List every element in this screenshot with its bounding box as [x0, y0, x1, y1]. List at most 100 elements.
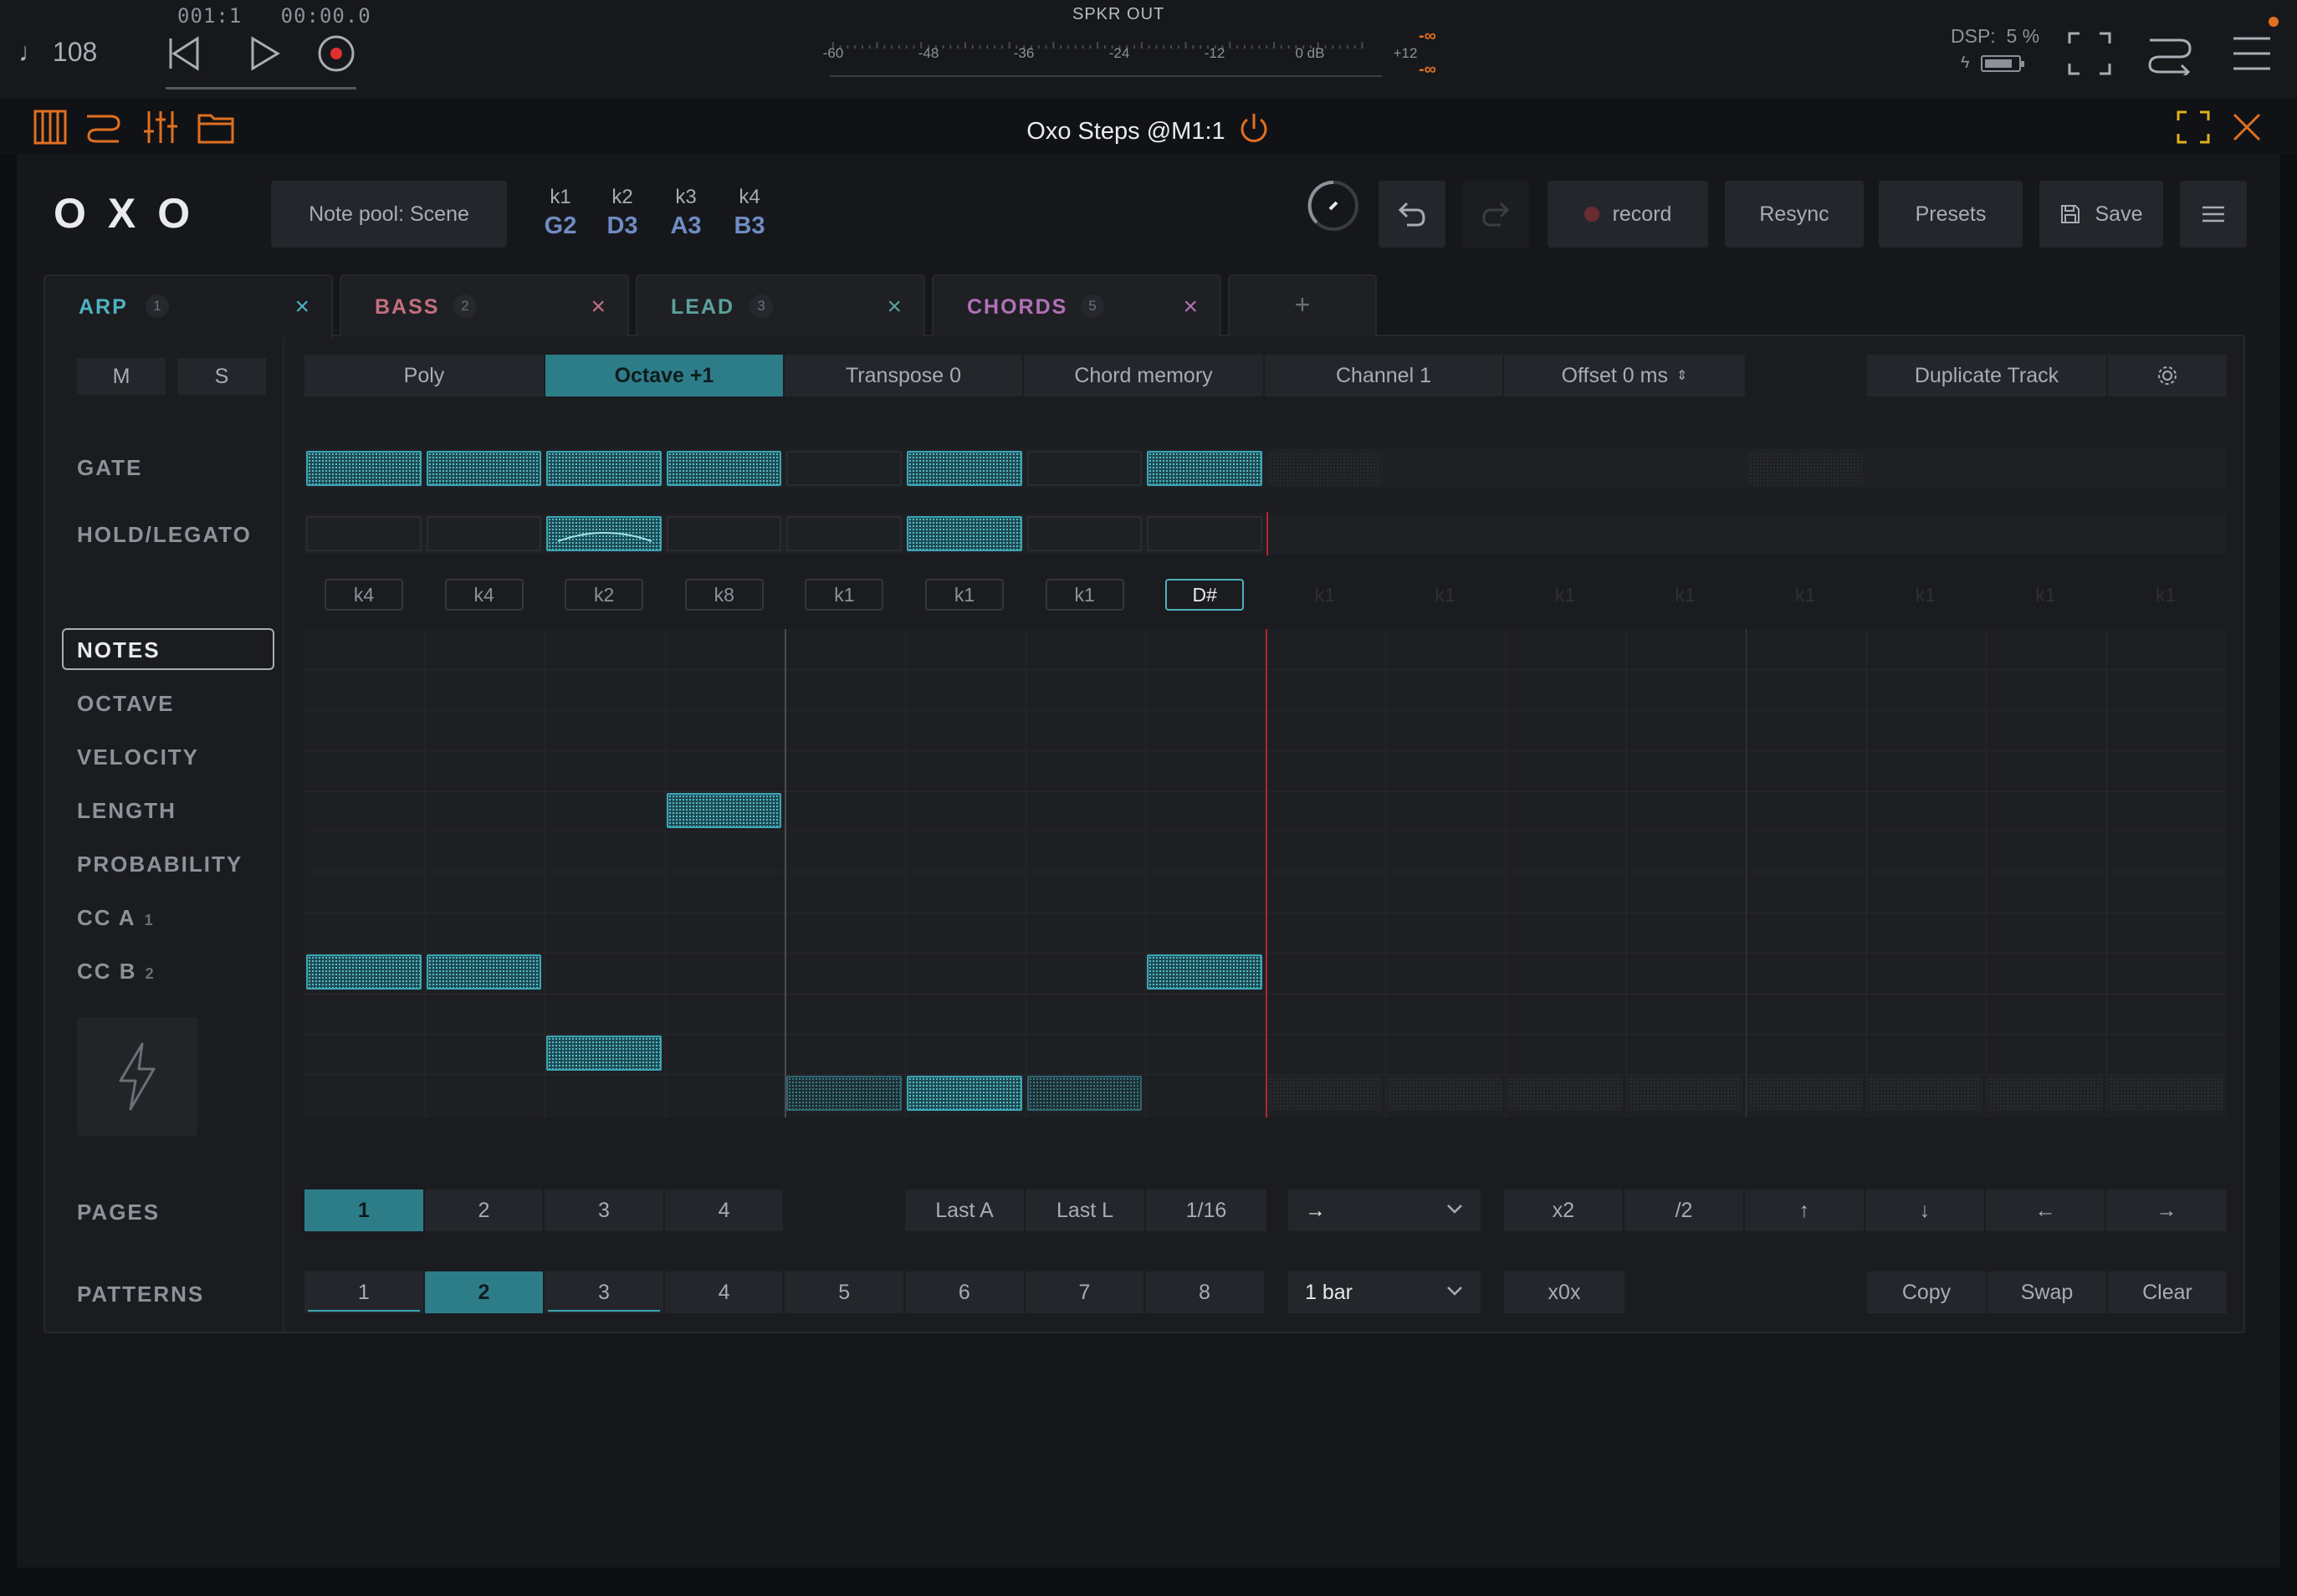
page-button-1[interactable]: 1: [304, 1189, 425, 1231]
rewind-button[interactable]: [161, 30, 207, 77]
undo-button[interactable]: [1379, 181, 1445, 248]
step-note-chip[interactable]: k1: [1045, 579, 1124, 611]
cc-a-lane-label[interactable]: CC A 1: [77, 905, 153, 931]
knob-note-4[interactable]: B3: [724, 212, 775, 240]
octave-lane-label[interactable]: OCTAVE: [77, 691, 174, 717]
gate-step[interactable]: [546, 451, 662, 486]
redo-button[interactable]: [1462, 181, 1529, 248]
page-button-2[interactable]: 2: [424, 1189, 545, 1231]
shift-down-button[interactable]: ↓: [1865, 1189, 1986, 1231]
gate-step[interactable]: [1747, 451, 1863, 486]
tempo-display[interactable]: ♩ 108: [18, 37, 97, 68]
tab-bass[interactable]: BASS 2 ×: [340, 274, 629, 336]
hold-step[interactable]: [907, 516, 1022, 551]
note-step[interactable]: [1266, 1076, 1383, 1112]
poly-option[interactable]: Poly: [304, 355, 545, 396]
track-settings-button[interactable]: [2108, 355, 2227, 396]
note-step[interactable]: [1026, 1076, 1143, 1112]
routing-button[interactable]: [2146, 30, 2193, 77]
panel-menu-button[interactable]: [2180, 181, 2247, 248]
gate-step[interactable]: [306, 451, 422, 486]
offset-option[interactable]: Offset 0 ms ⇕: [1504, 355, 1747, 396]
knob-note-3[interactable]: A3: [661, 212, 711, 240]
hold-step[interactable]: [306, 516, 422, 551]
keyboard-view-button[interactable]: [32, 109, 69, 146]
record-transport-button[interactable]: [313, 30, 360, 77]
add-track-tab[interactable]: +: [1228, 274, 1377, 336]
octave-option[interactable]: Octave +1: [545, 355, 785, 396]
page-button-3[interactable]: 3: [545, 1189, 665, 1231]
close-plugin-button[interactable]: [2228, 109, 2265, 146]
cc-b-lane-label[interactable]: CC B 2: [77, 959, 154, 985]
knob-note-2[interactable]: D3: [597, 212, 647, 240]
files-button[interactable]: [197, 109, 234, 146]
solo-button[interactable]: S: [177, 358, 266, 395]
main-menu-button[interactable]: [2228, 30, 2275, 77]
close-tab-icon[interactable]: ×: [294, 293, 310, 321]
pattern-button-4[interactable]: 4: [664, 1271, 785, 1313]
note-step[interactable]: [426, 954, 542, 990]
fullscreen-button[interactable]: [2066, 30, 2113, 77]
division-button[interactable]: 1/16: [1146, 1189, 1266, 1231]
velocity-lane-label[interactable]: VELOCITY: [77, 744, 199, 770]
hold-step[interactable]: [1026, 516, 1143, 551]
pattern-button-5[interactable]: 5: [785, 1271, 905, 1313]
x0x-button[interactable]: x0x: [1504, 1271, 1624, 1313]
step-note-chip[interactable]: D#: [1165, 579, 1245, 611]
note-step[interactable]: [2108, 1076, 2223, 1112]
pattern-button-7[interactable]: 7: [1025, 1271, 1146, 1313]
page-button-4[interactable]: 4: [664, 1189, 785, 1231]
note-step[interactable]: [666, 792, 782, 828]
note-step[interactable]: [1867, 1076, 1983, 1112]
double-button[interactable]: x2: [1504, 1189, 1624, 1231]
note-pool-button[interactable]: Note pool: Scene: [271, 181, 507, 248]
hold-step[interactable]: [426, 516, 542, 551]
presets-button[interactable]: Presets: [1879, 181, 2023, 248]
gate-step[interactable]: [907, 451, 1022, 486]
gate-step[interactable]: [1147, 451, 1262, 486]
play-button[interactable]: [241, 30, 288, 77]
tab-arp[interactable]: ARP 1 ×: [43, 274, 333, 338]
pattern-button-6[interactable]: 6: [905, 1271, 1026, 1313]
hold-step[interactable]: [1147, 516, 1262, 551]
step-note-chip[interactable]: k4: [325, 579, 403, 611]
note-step[interactable]: [1747, 1076, 1863, 1112]
length-lane-label[interactable]: LENGTH: [77, 798, 176, 824]
note-step[interactable]: [1507, 1076, 1623, 1112]
step-note-chip[interactable]: k2: [565, 579, 644, 611]
swap-button[interactable]: Swap: [1987, 1271, 2108, 1313]
note-step[interactable]: [786, 1076, 902, 1112]
close-tab-icon[interactable]: ×: [591, 293, 606, 321]
hold-step[interactable]: [666, 516, 782, 551]
gate-step[interactable]: [1266, 451, 1383, 486]
note-step[interactable]: [1387, 1076, 1502, 1112]
tab-lead[interactable]: LEAD 3 ×: [636, 274, 925, 336]
step-note-chip[interactable]: k1: [805, 579, 884, 611]
notes-lane-label[interactable]: NOTES: [77, 637, 161, 663]
gate-step[interactable]: [666, 451, 782, 486]
probability-lane-label[interactable]: PROBABILITY: [77, 852, 243, 877]
hold-step[interactable]: [546, 516, 662, 551]
randomize-button[interactable]: [77, 1017, 197, 1136]
gate-step[interactable]: [1026, 451, 1143, 486]
gate-step[interactable]: [426, 451, 542, 486]
macro-knob[interactable]: [1307, 179, 1360, 233]
routing-view-button[interactable]: [85, 109, 122, 146]
direction-dropdown[interactable]: →: [1288, 1189, 1481, 1231]
pattern-length-dropdown[interactable]: 1 bar: [1288, 1271, 1481, 1313]
save-button[interactable]: Save: [2039, 181, 2163, 248]
step-note-chip[interactable]: k8: [684, 579, 764, 611]
record-button[interactable]: record: [1548, 181, 1708, 248]
pattern-button-3[interactable]: 3: [545, 1271, 665, 1313]
shift-left-button[interactable]: ←: [1986, 1189, 2106, 1231]
pattern-button-2[interactable]: 2: [424, 1271, 545, 1313]
knob-note-1[interactable]: G2: [535, 212, 586, 240]
shift-right-button[interactable]: →: [2106, 1189, 2227, 1231]
mixer-view-button[interactable]: [142, 109, 179, 146]
tab-chords[interactable]: CHORDS 5 ×: [932, 274, 1221, 336]
halve-button[interactable]: /2: [1624, 1189, 1745, 1231]
mute-button[interactable]: M: [77, 358, 166, 395]
close-tab-icon[interactable]: ×: [887, 293, 902, 321]
resync-button[interactable]: Resync: [1725, 181, 1864, 248]
gate-step[interactable]: [786, 451, 902, 486]
